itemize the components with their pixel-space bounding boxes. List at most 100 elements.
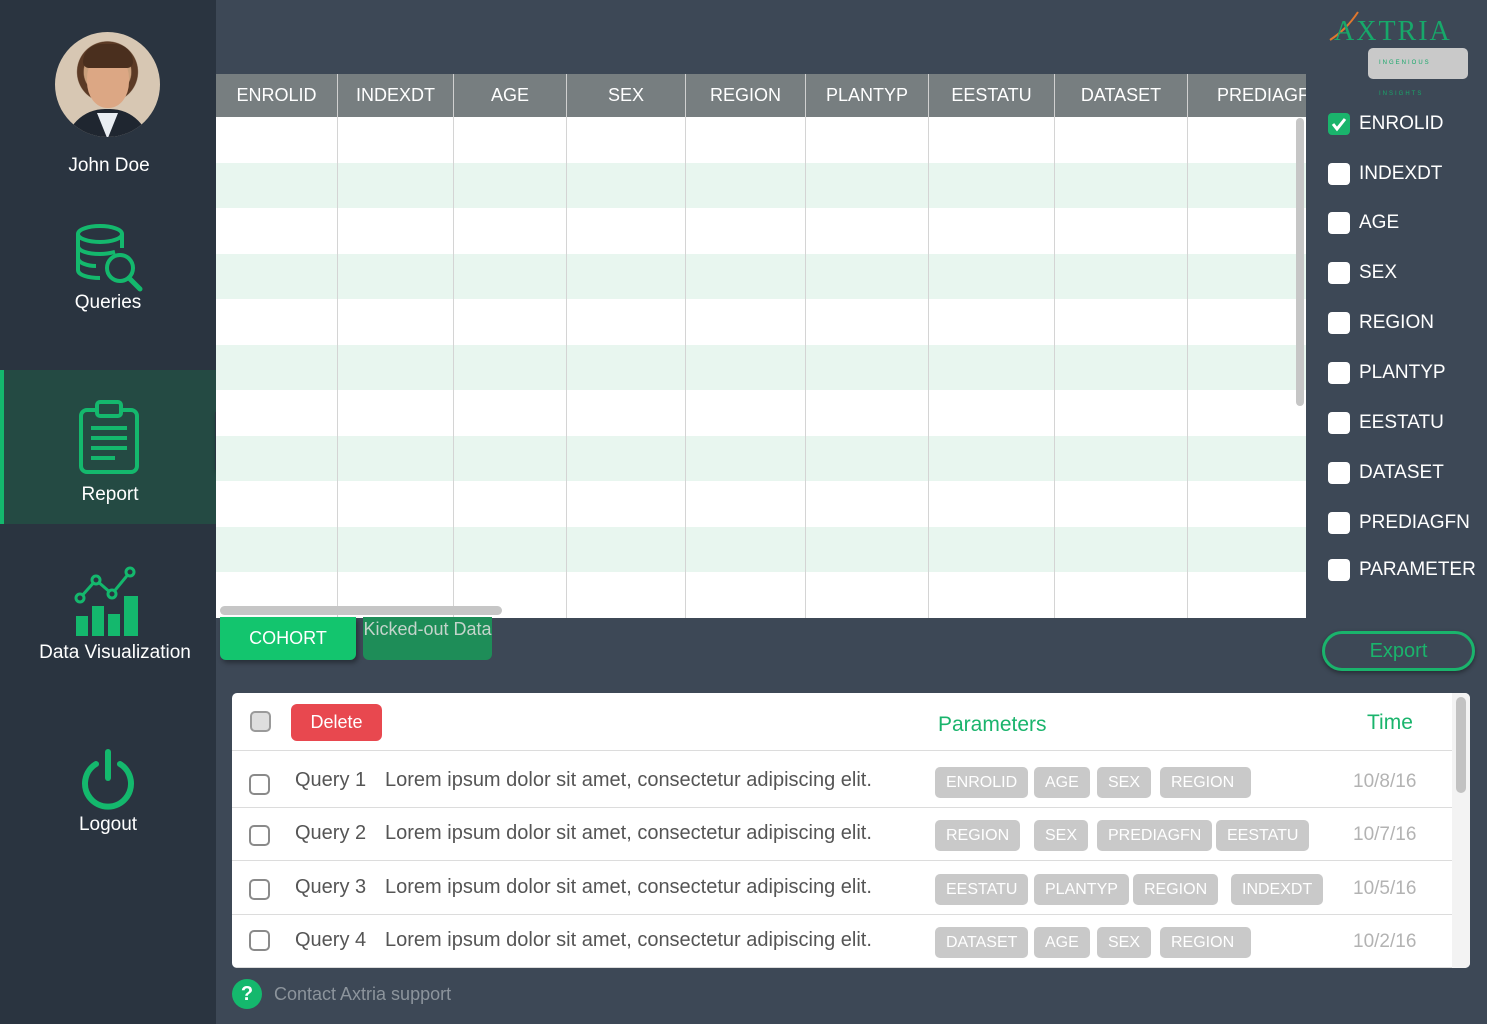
help-icon: ? bbox=[232, 979, 262, 1009]
query-history-panel: Delete Parameters Time Query 1 Lorem ips… bbox=[232, 693, 1470, 968]
query-description: Lorem ipsum dolor sit amet, consectetur … bbox=[385, 876, 872, 898]
grid-horizontal-scrollbar[interactable] bbox=[220, 606, 502, 615]
select-all-checkbox[interactable] bbox=[250, 711, 271, 732]
delete-button[interactable]: Delete bbox=[291, 704, 382, 741]
parameter-tag[interactable]: AGE bbox=[1034, 767, 1090, 798]
parameter-tag[interactable]: AGE bbox=[1034, 927, 1090, 958]
query-row[interactable]: Query 1 Lorem ipsum dolor sit amet, cons… bbox=[232, 755, 1452, 808]
column-toggle-plantyp[interactable]: PLANTYP bbox=[1328, 362, 1446, 384]
parameter-tag[interactable]: ENROLID bbox=[935, 767, 1029, 798]
tab-cohort[interactable]: COHORT bbox=[220, 617, 356, 660]
parameter-tag[interactable]: SEX bbox=[1097, 767, 1152, 798]
column-toggle-label: DATASET bbox=[1359, 462, 1444, 483]
column-toggle-sex[interactable]: SEX bbox=[1328, 262, 1397, 284]
grid-vertical-scrollbar[interactable] bbox=[1296, 118, 1304, 406]
column-toggle-dataset[interactable]: DATASET bbox=[1328, 462, 1444, 484]
column-header[interactable]: ENROLID bbox=[216, 74, 338, 117]
query-row[interactable]: Query 4 Lorem ipsum dolor sit amet, cons… bbox=[232, 915, 1452, 968]
checkbox[interactable] bbox=[1328, 163, 1350, 185]
column-toggle-label: INDEXDT bbox=[1359, 163, 1443, 184]
parameter-tag[interactable]: REGION bbox=[1160, 927, 1251, 958]
column-header[interactable]: SEX bbox=[567, 74, 686, 117]
column-toggle-label: AGE bbox=[1359, 212, 1400, 233]
parameter-tag[interactable]: PREDIAGFN bbox=[1097, 820, 1213, 851]
column-header[interactable]: PLANTYP bbox=[806, 74, 929, 117]
clipboard-report-icon bbox=[79, 400, 139, 474]
column-toggle-region[interactable]: REGION bbox=[1328, 312, 1434, 334]
checkbox[interactable] bbox=[1328, 559, 1350, 581]
nav-data-visualization-label: Data Visualization bbox=[39, 642, 191, 663]
checkbox[interactable] bbox=[1328, 462, 1350, 484]
nav-queries[interactable]: Queries bbox=[0, 222, 216, 332]
contact-support-link[interactable]: ? Contact Axtria support bbox=[232, 979, 451, 1009]
query-list-header: Delete Parameters Time bbox=[232, 693, 1452, 751]
nav-report[interactable]: Report bbox=[0, 370, 216, 524]
time-header: Time bbox=[1367, 711, 1413, 734]
row-checkbox[interactable] bbox=[249, 930, 270, 951]
row-checkbox[interactable] bbox=[249, 879, 270, 900]
column-toggle-label: ENROLID bbox=[1359, 113, 1444, 134]
row-checkbox[interactable] bbox=[249, 774, 270, 795]
nav-queries-label: Queries bbox=[74, 292, 142, 313]
column-header[interactable]: EESTATU bbox=[929, 74, 1055, 117]
export-button[interactable]: Export bbox=[1322, 631, 1475, 671]
parameter-tag[interactable]: INDEXDT bbox=[1231, 874, 1324, 905]
column-toggle-prediagfn[interactable]: PREDIAGFN bbox=[1328, 512, 1470, 534]
query-name: Query 3 bbox=[295, 876, 367, 898]
nav-logout-label: Logout bbox=[78, 814, 138, 835]
parameter-tag[interactable]: DATASET bbox=[935, 927, 1029, 958]
query-name: Query 1 bbox=[295, 769, 367, 791]
parameter-tag[interactable]: REGION bbox=[1160, 767, 1251, 798]
parameter-tag[interactable]: SEX bbox=[1097, 927, 1152, 958]
nav-data-visualization[interactable]: Data Visualization bbox=[0, 566, 216, 676]
column-toggle-indexdt[interactable]: INDEXDT bbox=[1328, 163, 1442, 185]
database-search-icon bbox=[76, 224, 143, 292]
checkbox[interactable] bbox=[1328, 212, 1350, 234]
query-time: 10/2/16 bbox=[1353, 931, 1417, 952]
avatar[interactable] bbox=[55, 32, 160, 137]
checkbox[interactable] bbox=[1328, 362, 1350, 384]
column-toggle-label: PLANTYP bbox=[1359, 362, 1446, 383]
row-checkbox[interactable] bbox=[249, 825, 270, 846]
column-header[interactable]: PREDIAGF bbox=[1188, 74, 1306, 117]
column-header[interactable]: DATASET bbox=[1055, 74, 1188, 117]
checkbox[interactable] bbox=[1328, 312, 1350, 334]
parameter-tag[interactable]: EESTATU bbox=[935, 874, 1029, 905]
column-header[interactable]: REGION bbox=[686, 74, 806, 117]
parameter-tag[interactable]: PLANTYP bbox=[1034, 874, 1129, 905]
column-toggle-label: PREDIAGFN bbox=[1359, 512, 1470, 533]
query-time: 10/7/16 bbox=[1353, 824, 1417, 845]
checkbox[interactable] bbox=[1328, 512, 1350, 534]
query-description: Lorem ipsum dolor sit amet, consectetur … bbox=[385, 822, 872, 844]
column-toggle-age[interactable]: AGE bbox=[1328, 212, 1399, 234]
query-row[interactable]: Query 2 Lorem ipsum dolor sit amet, cons… bbox=[232, 808, 1452, 861]
parameter-tag[interactable]: REGION bbox=[935, 820, 1021, 851]
checkbox[interactable] bbox=[1328, 262, 1350, 284]
nav-report-label: Report bbox=[81, 484, 139, 505]
grid-row-stripe bbox=[216, 345, 1306, 390]
grid-row-stripe bbox=[216, 254, 1306, 299]
parameter-tag[interactable]: SEX bbox=[1034, 820, 1089, 851]
checkbox[interactable] bbox=[1328, 412, 1350, 434]
query-list-scrollbar[interactable] bbox=[1452, 693, 1470, 968]
tab-kicked-out-data[interactable]: Kicked-out Data bbox=[363, 617, 492, 660]
grid-header: ENROLID INDEXDT AGE SEX REGION PLANTYP E… bbox=[216, 74, 1306, 117]
checkbox-checked[interactable] bbox=[1328, 113, 1350, 135]
axtria-logo: AXTRIA INGENIOUS INSIGHTS bbox=[1328, 10, 1468, 97]
parameter-tag[interactable]: REGION bbox=[1133, 874, 1219, 905]
power-icon bbox=[82, 749, 134, 810]
contact-support-label: Contact Axtria support bbox=[274, 983, 452, 1004]
column-header[interactable]: INDEXDT bbox=[338, 74, 454, 117]
logo-word: AXTRIA bbox=[1334, 16, 1452, 47]
data-grid: ENROLID INDEXDT AGE SEX REGION PLANTYP E… bbox=[216, 74, 1306, 618]
parameter-tag[interactable]: EESTATU bbox=[1216, 820, 1310, 851]
query-row[interactable]: Query 3 Lorem ipsum dolor sit amet, cons… bbox=[232, 862, 1452, 915]
bar-chart-icon bbox=[74, 566, 138, 636]
nav-logout[interactable]: Logout bbox=[0, 748, 216, 848]
column-header[interactable]: AGE bbox=[454, 74, 567, 117]
query-description: Lorem ipsum dolor sit amet, consectetur … bbox=[385, 769, 872, 791]
grid-row-stripe bbox=[216, 163, 1306, 208]
column-toggle-parameter[interactable]: PARAMETER bbox=[1328, 559, 1476, 581]
column-toggle-enrolid[interactable]: ENROLID bbox=[1328, 113, 1443, 135]
column-toggle-eestatu[interactable]: EESTATU bbox=[1328, 412, 1444, 434]
